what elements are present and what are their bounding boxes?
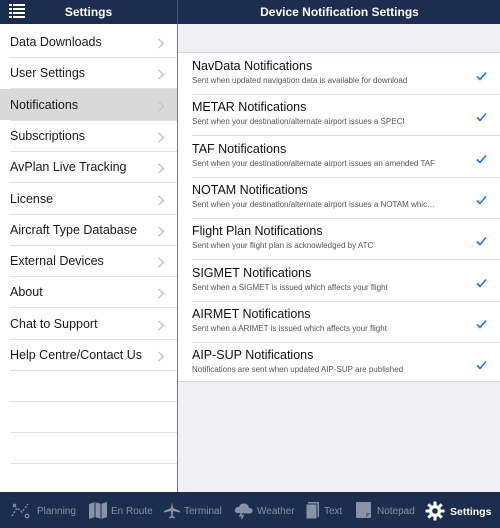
sidebar-item-label: Help Centre/Contact Us [10, 348, 143, 362]
notification-row-sigmet[interactable]: SIGMET Notifications Sent when a SIGMET i… [178, 260, 500, 301]
top-bar: Settings Device Notification Settings [0, 0, 500, 24]
notification-row-metar[interactable]: METAR Notifications Sent when your destin… [178, 94, 500, 135]
weather-icon [233, 501, 255, 524]
notification-description: Sent when your destination/alternate air… [192, 117, 405, 127]
checkmark-icon[interactable] [476, 316, 487, 329]
row-separator [10, 370, 177, 371]
sidebar-item-label: Chat to Support [10, 316, 98, 331]
notification-settings-panel: NavData Notifications Sent when updated n… [178, 24, 500, 492]
notification-description: Notifications are sent when updated AIP-… [192, 365, 404, 375]
chevron-right-icon [157, 349, 165, 362]
checkmark-icon[interactable] [476, 151, 487, 164]
tab-label: Planning [37, 506, 76, 517]
tab-notepad[interactable]: Notepad [355, 492, 427, 528]
chevron-right-icon [157, 36, 165, 49]
notification-title: METAR Notifications [192, 100, 307, 115]
checkmark-icon[interactable] [476, 275, 487, 288]
sidebar-item-help-centre-contact-us[interactable]: Help Centre/Contact Us [0, 339, 177, 370]
gear-icon [425, 501, 445, 526]
notification-description: Sent when your flight plan is acknowledg… [192, 241, 374, 251]
checkmark-icon[interactable] [476, 109, 487, 122]
notification-description: Sent when your destination/alternate air… [192, 199, 436, 209]
tab-weather[interactable]: Weather [233, 492, 305, 528]
notification-title: TAF Notifications [192, 141, 287, 156]
checkmark-icon[interactable] [476, 192, 487, 205]
notepad-icon [355, 501, 373, 524]
sidebar-item-notifications[interactable]: Notifications [0, 88, 177, 120]
planning-icon [10, 501, 30, 524]
sidebar-item-license[interactable]: License [0, 183, 177, 214]
document-icon [305, 501, 321, 524]
sidebar-item-external-devices[interactable]: External Devices [0, 245, 177, 276]
checkmark-icon[interactable] [476, 357, 487, 370]
tab-label: En Route [111, 506, 153, 517]
sidebar-item-about[interactable]: About [0, 276, 177, 307]
chevron-right-icon [157, 99, 165, 112]
chevron-right-icon [157, 130, 165, 143]
bottom-tab-bar: Planning En Route Terminal Weather Text Notep… [0, 492, 500, 528]
tab-label: Text [324, 506, 343, 517]
notification-row-notam[interactable]: NOTAM Notifications Sent when your destin… [178, 177, 500, 218]
checkmark-icon[interactable] [476, 68, 487, 81]
notification-list: NavData Notifications Sent when updated n… [178, 52, 500, 382]
chevron-right-icon [157, 67, 165, 80]
sidebar-item-label: External Devices [10, 254, 104, 269]
sidebar-item-chat-to-support[interactable]: Chat to Support [0, 308, 177, 339]
tab-label: Notepad [377, 506, 415, 517]
chevron-right-icon [157, 224, 165, 237]
settings-title: Settings [64, 5, 113, 19]
chevron-right-icon [157, 318, 165, 331]
sidebar-item-label: User Settings [10, 66, 86, 81]
notification-description: Sent when a ARIMET is issued which affec… [192, 323, 387, 333]
chevron-right-icon [157, 255, 165, 268]
chevron-right-icon [157, 193, 165, 206]
sidebar-item-label: Subscriptions [10, 128, 86, 143]
sidebar-item-data-downloads[interactable]: Data Downloads [0, 26, 177, 57]
notification-title: NavData Notifications [192, 59, 313, 73]
sidebar-item-avplan-live-tracking[interactable]: AvPlan Live Tracking [0, 151, 177, 182]
empty-row-separator [10, 401, 177, 403]
notification-title: AIP-SUP Notifications [192, 348, 314, 363]
notification-title: SIGMET Notifications [192, 265, 312, 280]
tab-label: Weather [257, 506, 295, 517]
map-icon [88, 501, 108, 524]
notification-title: NOTAM Notifications [192, 182, 308, 197]
settings-header: Settings [0, 0, 177, 24]
page-title: Device Notification Settings [260, 5, 419, 19]
empty-row-separator [10, 432, 177, 434]
empty-row-separator [10, 463, 177, 465]
notification-description: Sent when your destination/alternate air… [192, 158, 435, 168]
notification-title: AIRMET Notifications [192, 306, 311, 321]
notification-row-aip-sup[interactable]: AIP-SUP Notifications Notifications are s… [178, 342, 500, 383]
header-divider [177, 0, 178, 24]
notification-row-airmet[interactable]: AIRMET Notifications Sent when a ARIMET i… [178, 301, 500, 342]
tab-settings[interactable]: Settings [425, 492, 497, 528]
tab-planning[interactable]: Planning [10, 492, 82, 528]
sidebar-item-label: License [10, 191, 54, 206]
tab-terminal[interactable]: Terminal [163, 492, 235, 528]
checkmark-icon[interactable] [476, 233, 487, 246]
sidebar-item-aircraft-type-database[interactable]: Aircraft Type Database [0, 214, 177, 245]
sidebar-item-label: Data Downloads [10, 35, 102, 49]
sidebar-item-label: About [10, 285, 43, 300]
notification-description: Sent when a SIGMET is issued which affec… [192, 282, 388, 292]
chevron-right-icon [157, 286, 165, 299]
sidebar-item-label: AvPlan Live Tracking [10, 160, 127, 175]
notification-row-flight[interactable]: Flight Plan Notifications Sent when your … [178, 218, 500, 259]
tab-en-route[interactable]: En Route [88, 492, 160, 528]
notification-description: Sent when updated navigation data is ava… [192, 76, 408, 85]
airplane-icon [163, 501, 181, 524]
chevron-right-icon [157, 161, 165, 174]
tab-label: Settings [450, 506, 492, 518]
notification-row-taf[interactable]: TAF Notifications Sent when your destinat… [178, 136, 500, 177]
settings-sidebar: Data Downloads User Settings Notifications… [0, 24, 177, 496]
tab-label: Terminal [184, 506, 222, 517]
sidebar-item-subscriptions[interactable]: Subscriptions [0, 120, 177, 151]
sidebar-item-label: Aircraft Type Database [10, 222, 137, 237]
sidebar-item-label: Notifications [10, 97, 79, 112]
notification-row-navdata[interactable]: NavData Notifications Sent when updated n… [178, 53, 500, 94]
sidebar-item-user-settings[interactable]: User Settings [0, 57, 177, 88]
notification-title: Flight Plan Notifications [192, 224, 323, 239]
